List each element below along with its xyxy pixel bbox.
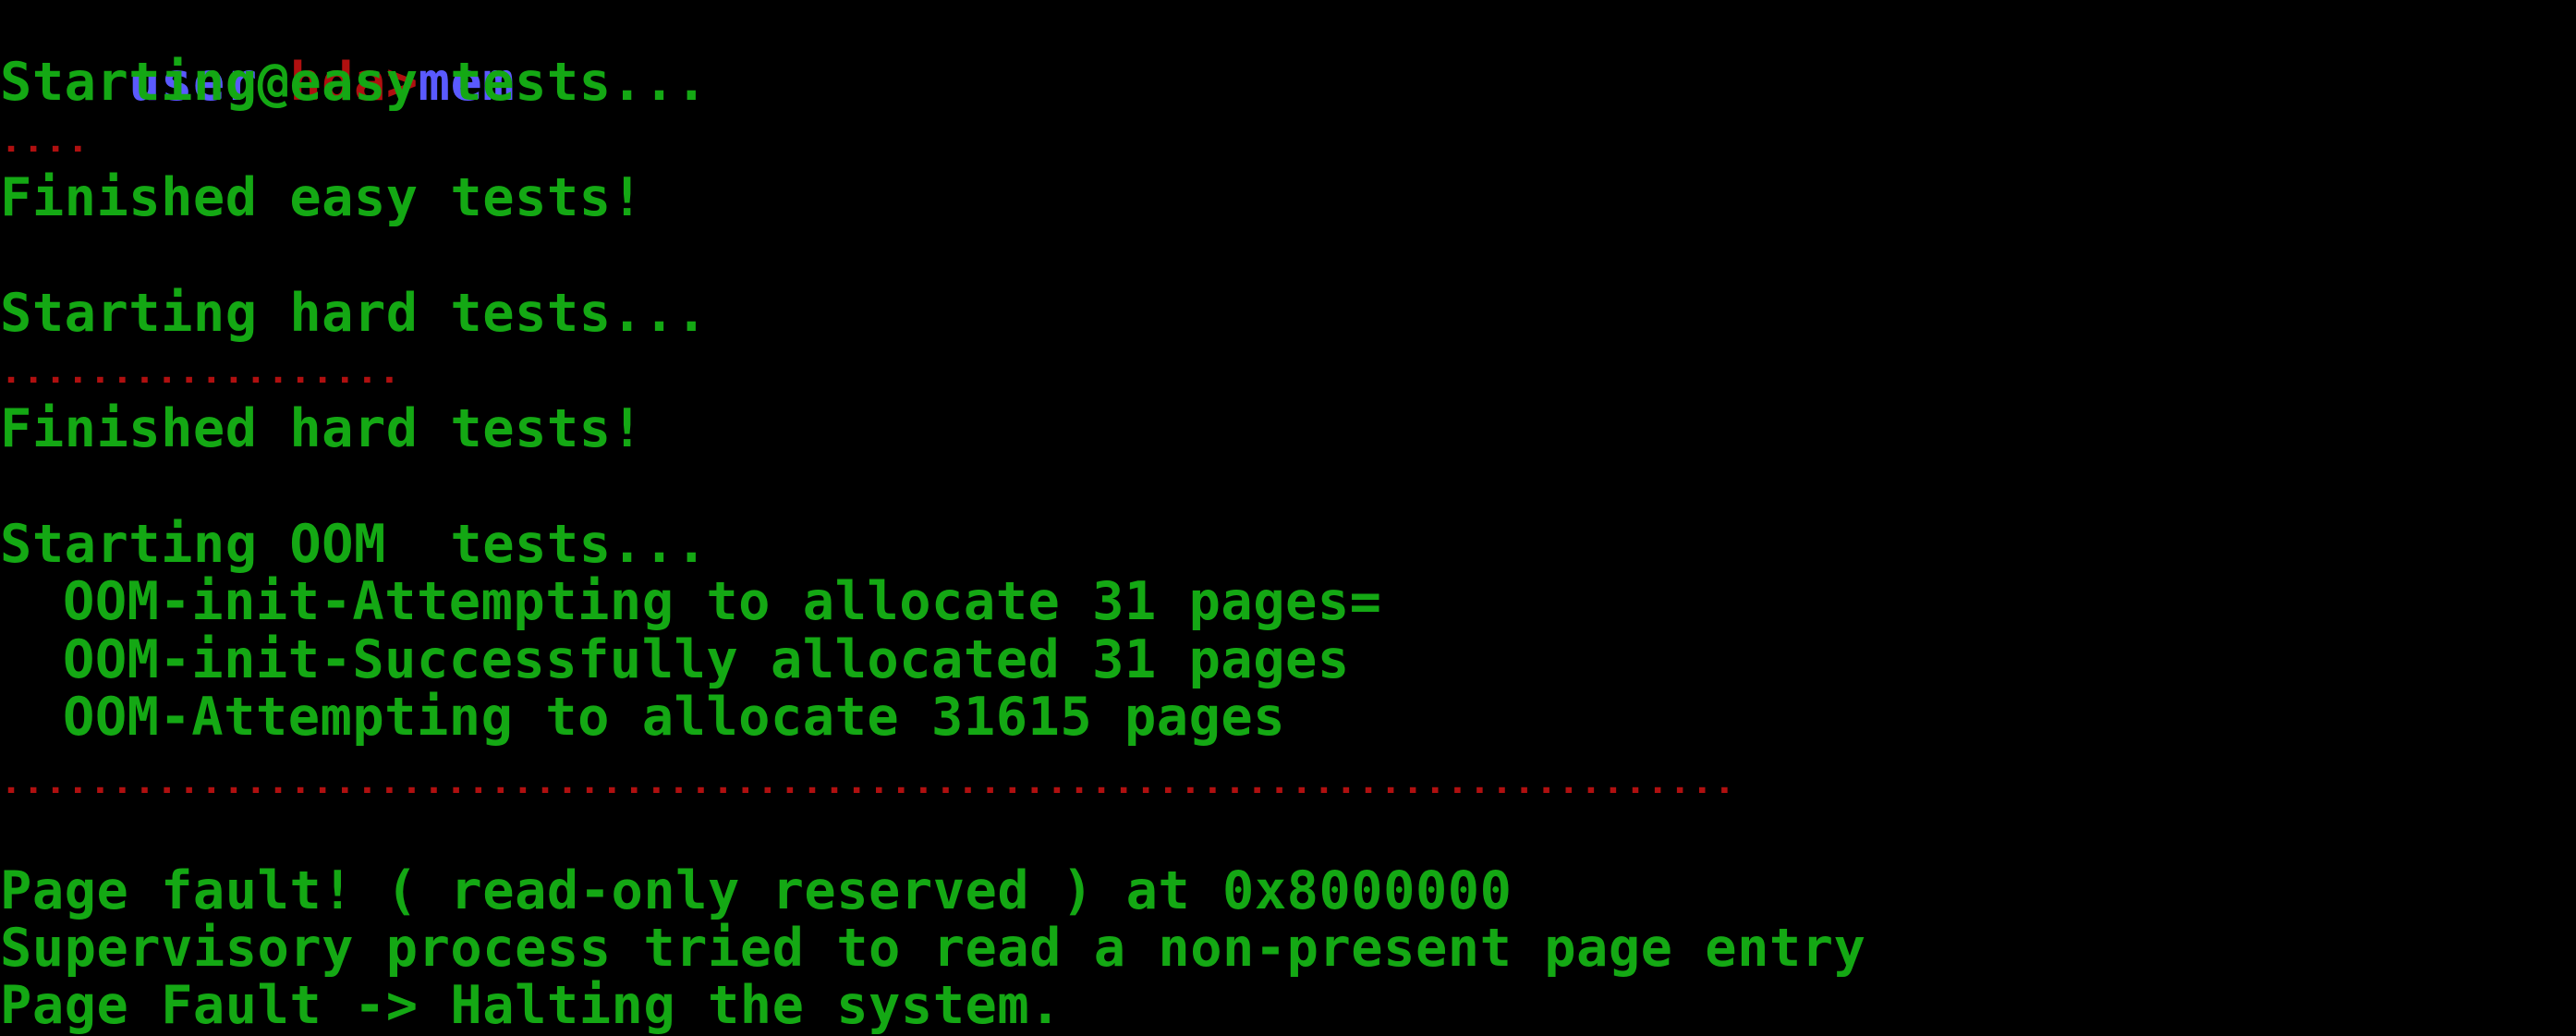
shell-prompt-line: user@hda>mem <box>0 0 515 111</box>
hard-tests-progress-dots: .................. <box>0 360 401 383</box>
easy-tests-finished-line: Finished easy tests! <box>0 167 644 228</box>
supervisory-error-line: Supervisory process tried to read a non-… <box>0 918 1866 979</box>
oom-tests-progress-dots: ........................................… <box>0 771 1736 793</box>
terminal-screen[interactable]: user@hda>mem Starting easy tests... ....… <box>0 0 2576 1035</box>
easy-tests-progress-dots: .... <box>0 129 90 152</box>
oom-attempt-line: OOM-Attempting to allocate 31615 pages <box>63 687 1286 748</box>
oom-init-attempt-line: OOM-init-Attempting to allocate 31 pages… <box>63 571 1382 632</box>
hard-tests-finished-line: Finished hard tests! <box>0 398 644 459</box>
oom-tests-start-line: Starting OOM tests... <box>0 514 708 575</box>
hard-tests-start-line: Starting hard tests... <box>0 283 708 344</box>
page-fault-line: Page fault! ( read-only reserved ) at 0x… <box>0 860 1513 921</box>
easy-tests-start-line: Starting easy tests... <box>0 52 708 113</box>
halt-line: Page Fault -> Halting the system. <box>0 975 1062 1036</box>
oom-init-success-line: OOM-init-Successfully allocated 31 pages <box>63 629 1350 690</box>
